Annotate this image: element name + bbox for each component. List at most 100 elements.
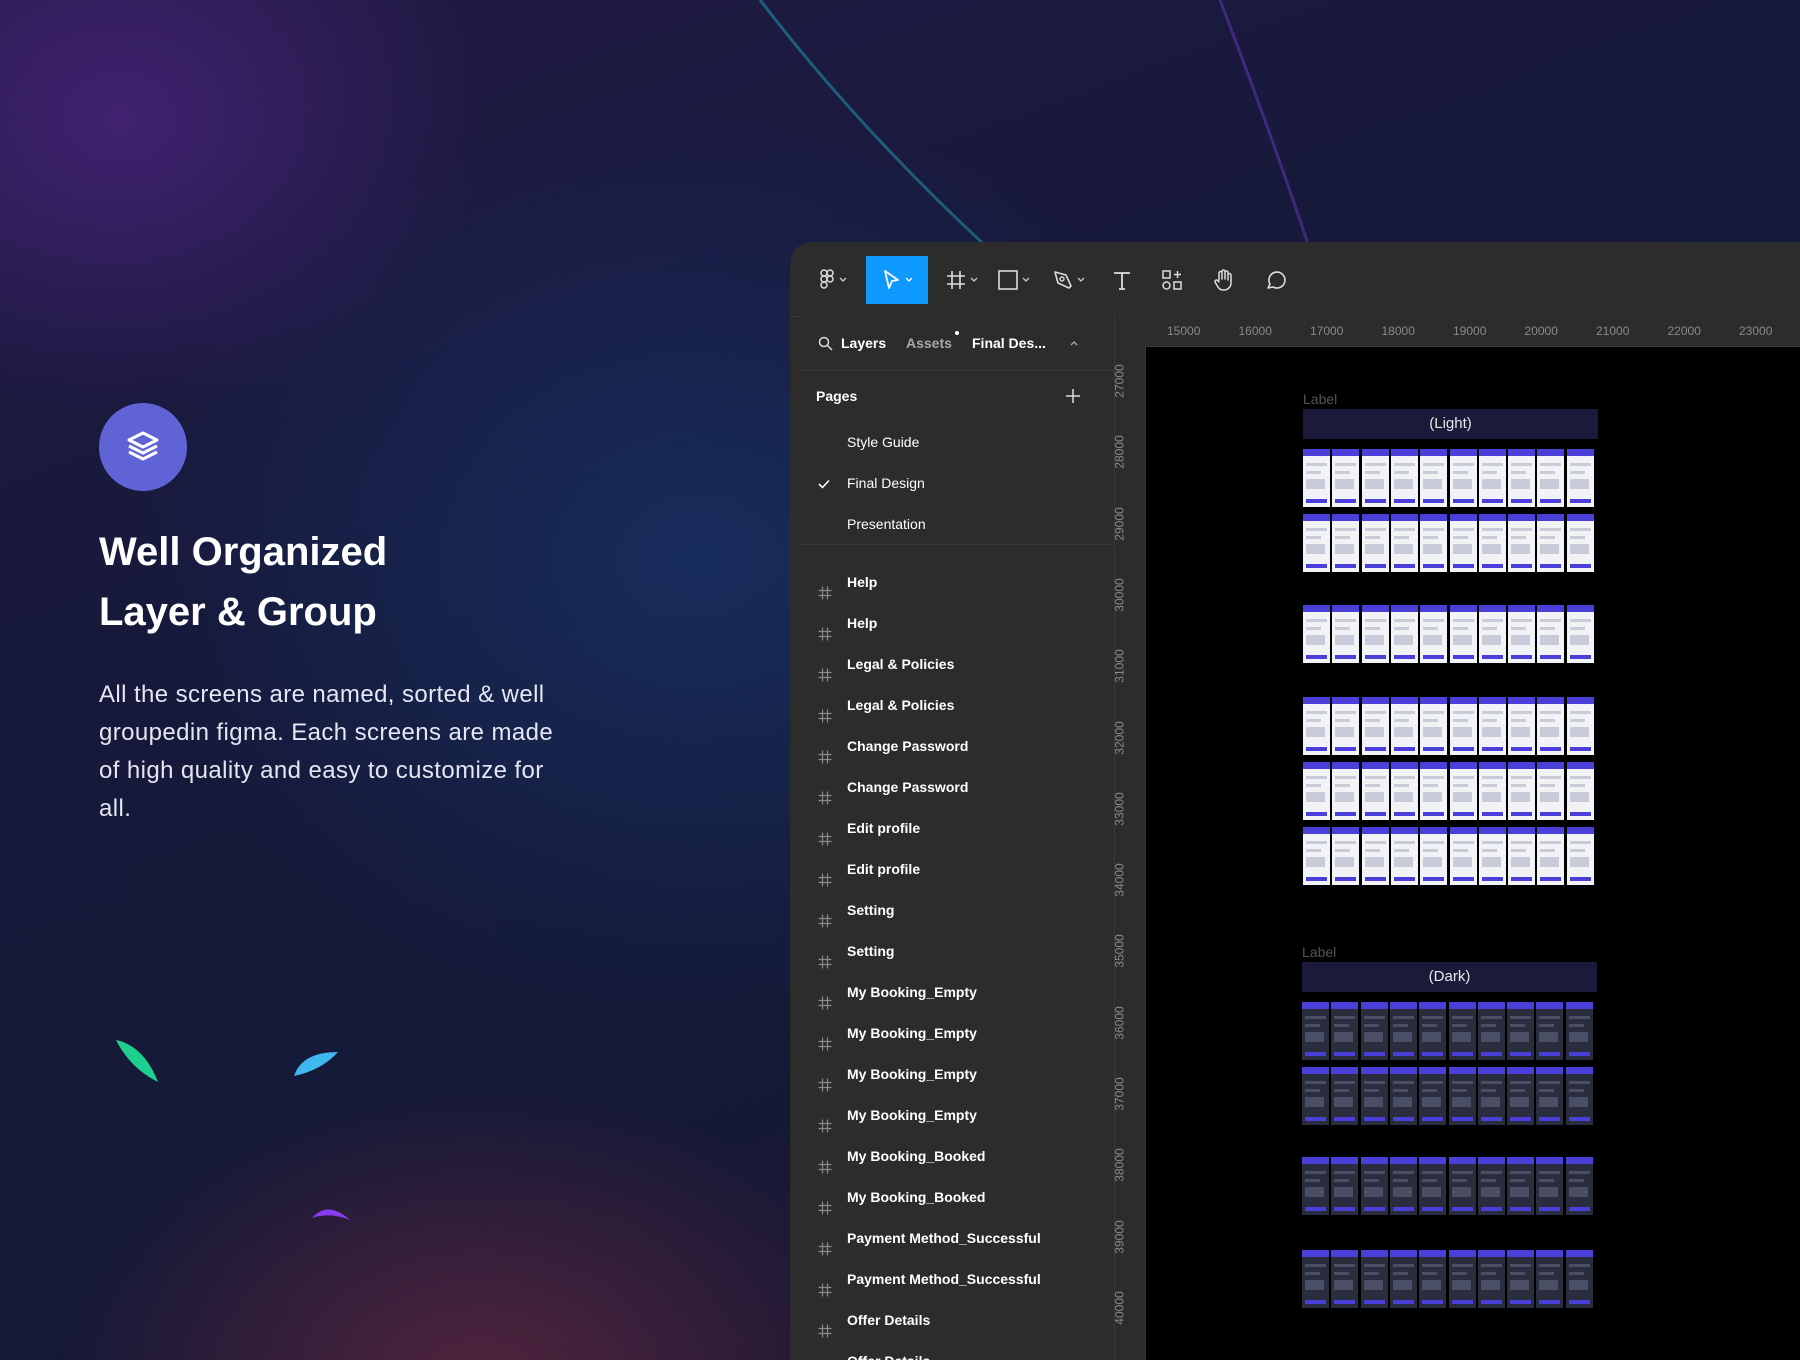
screen-thumbnail[interactable] [1302, 1002, 1329, 1060]
screen-thumbnail[interactable] [1566, 827, 1594, 885]
screen-thumbnail[interactable] [1303, 605, 1330, 663]
screen-thumbnail[interactable] [1508, 827, 1536, 885]
screen-thumbnail[interactable] [1419, 1067, 1447, 1125]
screen-thumbnail[interactable] [1419, 1157, 1447, 1215]
screen-thumbnail[interactable] [1566, 697, 1594, 755]
screen-thumbnail[interactable] [1507, 1250, 1535, 1308]
page-item[interactable]: Final Design [802, 463, 1114, 504]
screen-thumbnail[interactable] [1390, 762, 1418, 820]
screen-thumbnail[interactable] [1507, 1002, 1535, 1060]
screen-thumbnail[interactable] [1449, 605, 1477, 663]
screen-thumbnail[interactable] [1420, 514, 1448, 572]
screen-thumbnail[interactable] [1331, 1002, 1359, 1060]
screen-thumbnail[interactable] [1331, 1157, 1359, 1215]
screen-thumbnail[interactable] [1389, 1067, 1417, 1125]
screen-thumbnail[interactable] [1390, 514, 1418, 572]
screen-thumbnail[interactable] [1478, 605, 1506, 663]
comment-button[interactable] [1254, 256, 1298, 304]
screen-thumbnail[interactable] [1303, 697, 1330, 755]
screen-thumbnail[interactable] [1332, 827, 1360, 885]
screen-thumbnail[interactable] [1389, 1002, 1417, 1060]
layer-row[interactable]: Legal & Policies [802, 685, 1114, 726]
layer-row[interactable]: Payment Method_Successful [802, 1259, 1114, 1300]
screen-thumbnail[interactable] [1478, 514, 1506, 572]
screen-thumbnail[interactable] [1302, 1157, 1329, 1215]
screen-thumbnail[interactable] [1390, 697, 1418, 755]
screen-thumbnail[interactable] [1302, 1250, 1329, 1308]
move-tool-button[interactable] [866, 256, 928, 304]
screen-thumbnail[interactable] [1361, 697, 1389, 755]
screen-thumbnail[interactable] [1478, 827, 1506, 885]
screen-thumbnail[interactable] [1419, 1002, 1447, 1060]
screen-thumbnail[interactable] [1477, 1067, 1505, 1125]
screen-thumbnail[interactable] [1537, 605, 1565, 663]
screen-thumbnail[interactable] [1508, 762, 1536, 820]
screen-thumbnail[interactable] [1389, 1157, 1417, 1215]
tab-assets[interactable]: Assets [906, 316, 952, 370]
frame-tool-button[interactable] [938, 256, 984, 304]
screen-thumbnail[interactable] [1360, 1250, 1388, 1308]
screen-thumbnail[interactable] [1303, 762, 1330, 820]
layer-row[interactable]: Payment Method_Successful [802, 1218, 1114, 1259]
screen-thumbnail[interactable] [1537, 449, 1565, 507]
layer-row[interactable]: My Booking_Empty [802, 1013, 1114, 1054]
screen-thumbnail[interactable] [1361, 605, 1389, 663]
screen-thumbnail[interactable] [1332, 449, 1360, 507]
screen-thumbnail[interactable] [1566, 762, 1594, 820]
layer-row[interactable]: Edit profile [802, 808, 1114, 849]
search-icon[interactable] [818, 336, 833, 351]
screen-thumbnail[interactable] [1477, 1002, 1505, 1060]
screen-thumbnail[interactable] [1360, 1157, 1388, 1215]
layer-row[interactable]: My Booking_Booked [802, 1136, 1114, 1177]
page-selector[interactable]: Final Des... [972, 316, 1046, 370]
screen-thumbnail[interactable] [1537, 827, 1565, 885]
screen-thumbnail[interactable] [1537, 697, 1565, 755]
screen-thumbnail[interactable] [1419, 1250, 1447, 1308]
chevron-up-icon[interactable] [1070, 340, 1078, 346]
rectangle-tool-button[interactable] [990, 256, 1036, 304]
screen-thumbnail[interactable] [1332, 605, 1360, 663]
screen-thumbnail[interactable] [1361, 762, 1389, 820]
layer-row[interactable]: Help [802, 562, 1114, 603]
text-tool-button[interactable] [1102, 256, 1142, 304]
screen-thumbnail[interactable] [1566, 605, 1594, 663]
screen-thumbnail[interactable] [1536, 1067, 1564, 1125]
screen-thumbnail[interactable] [1361, 449, 1389, 507]
figma-menu-button[interactable] [814, 256, 852, 304]
screen-thumbnail[interactable] [1448, 1157, 1476, 1215]
screen-thumbnail[interactable] [1420, 605, 1448, 663]
page-item[interactable]: Presentation [802, 504, 1114, 545]
screen-thumbnail[interactable] [1390, 449, 1418, 507]
screen-thumbnail[interactable] [1536, 1250, 1564, 1308]
layer-row[interactable]: Offer Details [802, 1341, 1114, 1360]
screen-thumbnail[interactable] [1477, 1157, 1505, 1215]
layer-row[interactable]: Setting [802, 931, 1114, 972]
design-canvas[interactable]: Label (Light) Label (Dark) [1146, 347, 1800, 1360]
screen-thumbnail[interactable] [1536, 1157, 1564, 1215]
screen-thumbnail[interactable] [1565, 1002, 1593, 1060]
screen-thumbnail[interactable] [1303, 514, 1330, 572]
layer-row[interactable]: Change Password [802, 726, 1114, 767]
screen-thumbnail[interactable] [1565, 1157, 1593, 1215]
page-item[interactable]: Style Guide [802, 422, 1114, 463]
screen-thumbnail[interactable] [1565, 1067, 1593, 1125]
add-page-icon[interactable] [1066, 389, 1080, 403]
screen-thumbnail[interactable] [1508, 514, 1536, 572]
screen-thumbnail[interactable] [1420, 827, 1448, 885]
tab-layers[interactable]: Layers [841, 316, 886, 370]
screen-thumbnail[interactable] [1389, 1250, 1417, 1308]
screen-thumbnail[interactable] [1303, 827, 1330, 885]
layer-row[interactable]: Change Password [802, 767, 1114, 808]
layer-row[interactable]: My Booking_Empty [802, 972, 1114, 1013]
screen-thumbnail[interactable] [1420, 449, 1448, 507]
screen-thumbnail[interactable] [1537, 762, 1565, 820]
screen-thumbnail[interactable] [1449, 514, 1477, 572]
layer-row[interactable]: My Booking_Booked [802, 1177, 1114, 1218]
layer-row[interactable]: Legal & Policies [802, 644, 1114, 685]
screen-thumbnail[interactable] [1449, 827, 1477, 885]
screen-thumbnail[interactable] [1449, 697, 1477, 755]
screen-thumbnail[interactable] [1507, 1157, 1535, 1215]
screen-thumbnail[interactable] [1331, 1250, 1359, 1308]
screen-thumbnail[interactable] [1537, 514, 1565, 572]
screen-thumbnail[interactable] [1566, 514, 1594, 572]
